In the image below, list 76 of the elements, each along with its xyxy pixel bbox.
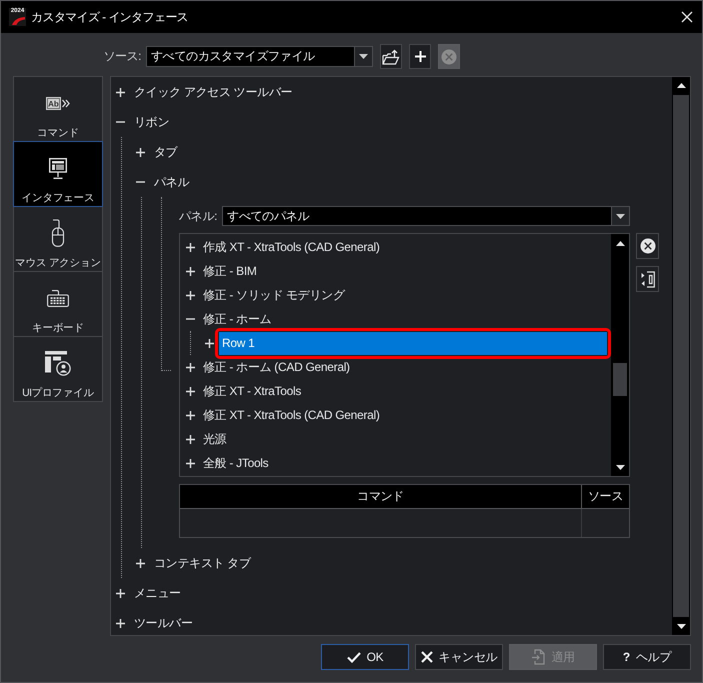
- scrollbar[interactable]: [672, 77, 690, 635]
- list-item[interactable]: 修正 - ホーム (CAD General): [203, 358, 350, 376]
- minus-icon[interactable]: [186, 318, 195, 320]
- scroll-up-icon[interactable]: [676, 83, 686, 88]
- panel-filter-label: パネル:: [179, 208, 218, 224]
- list-item[interactable]: 作成 XT - XtraTools (CAD General): [203, 238, 380, 256]
- scroll-down-icon[interactable]: [676, 624, 686, 629]
- checkmark-icon: [346, 652, 361, 662]
- plus-icon[interactable]: [186, 266, 195, 276]
- plus-icon: [414, 51, 426, 62]
- plus-icon[interactable]: [186, 362, 195, 372]
- scroll-up-icon[interactable]: [616, 240, 624, 246]
- plus-icon[interactable]: [186, 410, 195, 420]
- help-button[interactable]: ? ヘルプ: [603, 644, 691, 670]
- sidebar-tab[interactable]: キーボード: [13, 271, 103, 337]
- scroll-down-icon[interactable]: [616, 464, 624, 470]
- source-label: ソース:: [102, 48, 141, 65]
- folder-arrow-icon: [382, 48, 400, 64]
- plus-icon[interactable]: [136, 148, 145, 156]
- close-circle-icon: [640, 238, 656, 254]
- caret-icon: [616, 214, 625, 218]
- plus-icon[interactable]: [186, 290, 195, 300]
- monitor-icon: [49, 158, 67, 178]
- close-icon[interactable]: [681, 11, 693, 23]
- tree-item[interactable]: タブ: [154, 144, 178, 160]
- column-header[interactable]: ソース: [582, 485, 629, 508]
- sidebar-tab[interactable]: UIプロファイル: [13, 336, 103, 402]
- list-item[interactable]: 光源: [203, 430, 226, 448]
- list-item[interactable]: 修正 XT - XtraTools: [203, 382, 302, 400]
- open-button[interactable]: [380, 44, 402, 69]
- list-item[interactable]: Row 1: [219, 332, 607, 354]
- remove-button[interactable]: [636, 233, 659, 259]
- plus-icon[interactable]: [116, 88, 125, 96]
- scrollbar[interactable]: [611, 234, 629, 476]
- minus-icon[interactable]: [116, 121, 125, 123]
- cross-icon: [420, 651, 433, 663]
- plus-icon[interactable]: [186, 386, 195, 396]
- scroll-thumb[interactable]: [673, 95, 689, 617]
- tree-item[interactable]: ツールバー: [134, 614, 193, 632]
- sidebar-tab[interactable]: インタフェース: [13, 141, 103, 207]
- list-item[interactable]: 修正 - ホーム: [203, 310, 272, 328]
- mouse-icon: [51, 219, 65, 247]
- keyboard-icon: [47, 290, 69, 306]
- panel-dropdown[interactable]: すべてのパネル: [222, 206, 630, 226]
- tree-item[interactable]: パネル: [154, 174, 190, 190]
- list-item[interactable]: 修正 XT - XtraTools (CAD General): [203, 406, 380, 424]
- sidebar-tab[interactable]: Ab コマンド: [13, 76, 103, 142]
- list-item[interactable]: 修正 - BIM: [203, 262, 257, 280]
- window-title: カスタマイズ - インタフェース: [31, 8, 188, 26]
- add-button[interactable]: [409, 44, 431, 69]
- plus-icon[interactable]: [116, 588, 125, 598]
- caret-icon: [359, 54, 368, 59]
- close-circle-icon: [441, 48, 457, 64]
- minus-icon[interactable]: [136, 181, 145, 183]
- column-header[interactable]: コマンド: [180, 485, 582, 508]
- plus-icon[interactable]: [186, 458, 195, 468]
- list-item[interactable]: 全般 - JTools: [203, 454, 268, 472]
- list-item[interactable]: 修正 - ソリッド モデリング: [203, 286, 344, 304]
- scroll-thumb[interactable]: [613, 363, 627, 396]
- tree-item[interactable]: メニュー: [134, 584, 181, 602]
- cancel-button[interactable]: キャンセル: [415, 644, 503, 670]
- ok-button[interactable]: OK: [321, 644, 409, 670]
- plus-icon[interactable]: [186, 242, 195, 252]
- plus-icon[interactable]: [186, 434, 195, 444]
- plus-icon[interactable]: [136, 558, 145, 568]
- document-arrow-icon: [531, 649, 546, 665]
- tree-item[interactable]: リボン: [134, 114, 170, 130]
- arrows-bracket-icon: [640, 270, 654, 288]
- swap-button[interactable]: [636, 266, 659, 292]
- tree-item[interactable]: クイック アクセス ツールバー: [134, 84, 292, 100]
- window-user-icon: [45, 350, 71, 376]
- sidebar-tab[interactable]: マウス アクション: [13, 206, 103, 272]
- plus-icon[interactable]: [205, 338, 214, 348]
- tree-item[interactable]: コンテキスト タブ: [154, 554, 251, 572]
- source-dropdown[interactable]: すべてのカスタマイズファイル: [146, 46, 373, 67]
- plus-icon[interactable]: [116, 618, 125, 628]
